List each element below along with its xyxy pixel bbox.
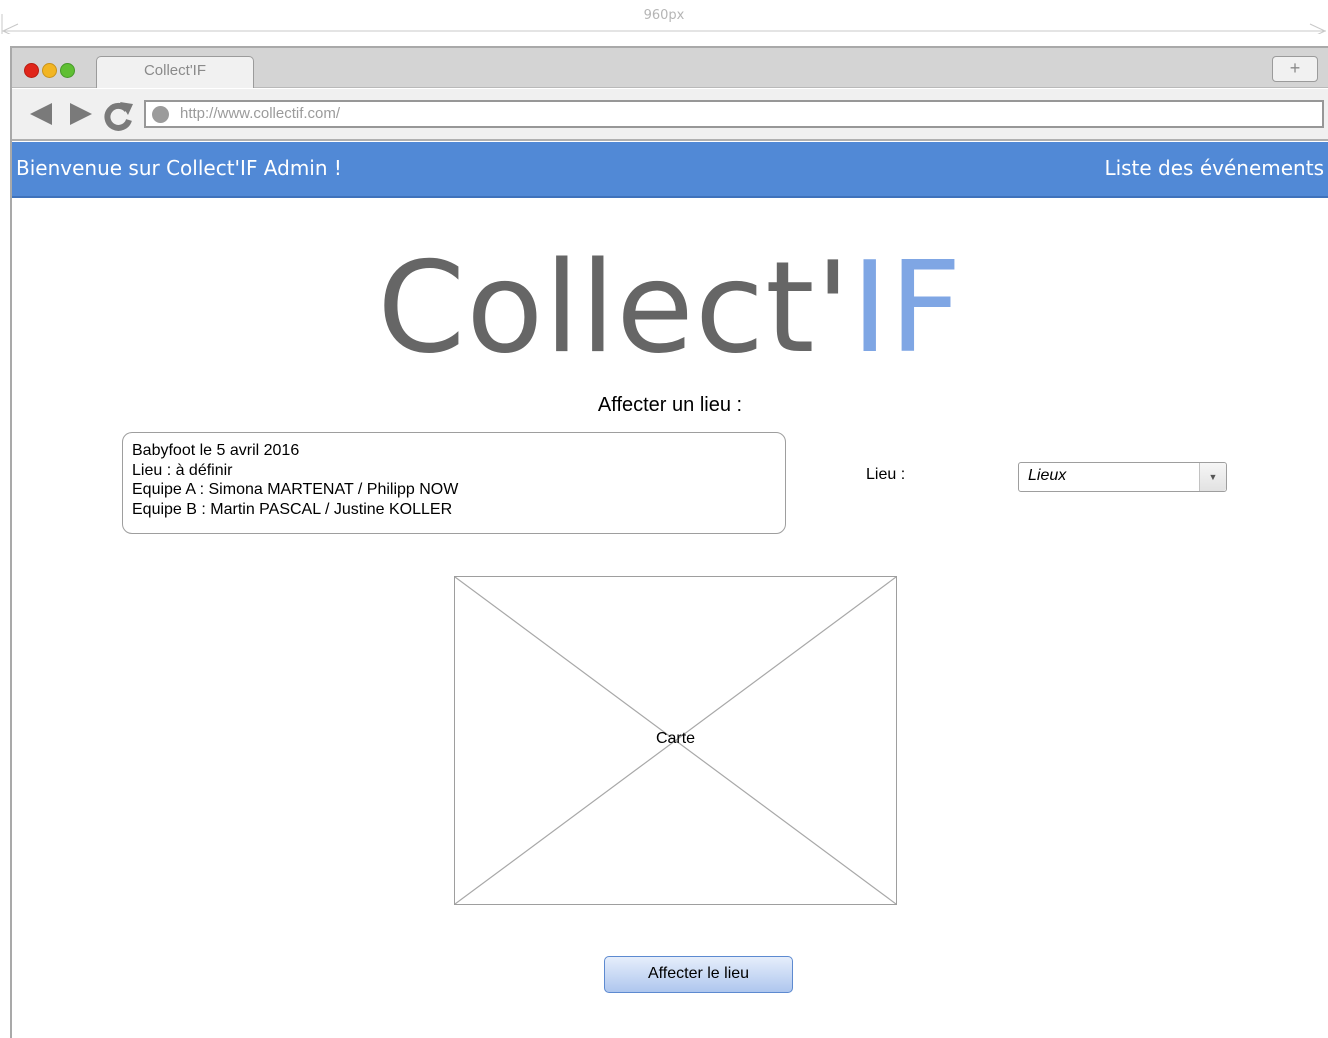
event-line: Equipe B : Martin PASCAL / Justine KOLLE… — [132, 500, 453, 518]
site-info-icon[interactable] — [152, 106, 169, 123]
ruler-arrow-line — [1, 14, 1327, 34]
logo-main-text: Collect' — [377, 234, 852, 381]
url-text: http://www.collectif.com/ — [180, 105, 341, 122]
welcome-text: Bienvenue sur Collect'IF Admin ! — [16, 156, 342, 180]
events-list-link[interactable]: Liste des événements — [1104, 156, 1324, 180]
event-details-box: Babyfoot le 5 avril 2016 Lieu : à défini… — [122, 432, 786, 534]
browser-tab[interactable]: Collect'IF — [96, 56, 254, 88]
page-title: Affecter un lieu : — [597, 394, 743, 416]
lieu-select-value: Lieux — [1028, 467, 1067, 484]
back-arrow-icon[interactable] — [28, 101, 54, 127]
event-line: Lieu : à définir — [132, 461, 233, 479]
chevron-down-icon[interactable]: ▼ — [1199, 463, 1226, 491]
minimize-window-icon[interactable] — [42, 63, 57, 78]
logo-accent-text: IF — [851, 234, 963, 381]
app-logo: Collect'IF — [12, 238, 1328, 378]
map-placeholder: Carte — [454, 576, 897, 905]
width-ruler: 960px — [0, 0, 1328, 40]
app-header: Bienvenue sur Collect'IF Admin ! Liste d… — [12, 142, 1328, 198]
browser-nav-bar: http://www.collectif.com/ — [12, 89, 1328, 141]
browser-window: Collect'IF + http://www.collectif.com/ B… — [10, 46, 1328, 1038]
address-bar[interactable]: http://www.collectif.com/ — [144, 100, 1324, 128]
forward-arrow-icon[interactable] — [68, 101, 94, 127]
event-line: Babyfoot le 5 avril 2016 — [132, 442, 300, 459]
close-window-icon[interactable] — [24, 63, 39, 78]
maximize-window-icon[interactable] — [60, 63, 75, 78]
assign-location-button[interactable]: Affecter le lieu — [604, 956, 793, 993]
reload-icon[interactable] — [104, 101, 134, 131]
lieu-label: Lieu : — [866, 466, 906, 483]
new-tab-button[interactable]: + — [1272, 56, 1318, 82]
event-line: Equipe A : Simona MARTENAT / Philipp NOW — [132, 481, 459, 498]
lieu-select[interactable]: Lieux ▼ — [1018, 462, 1227, 492]
tab-bar: Collect'IF + — [12, 48, 1328, 88]
map-label: Carte — [655, 730, 696, 747]
